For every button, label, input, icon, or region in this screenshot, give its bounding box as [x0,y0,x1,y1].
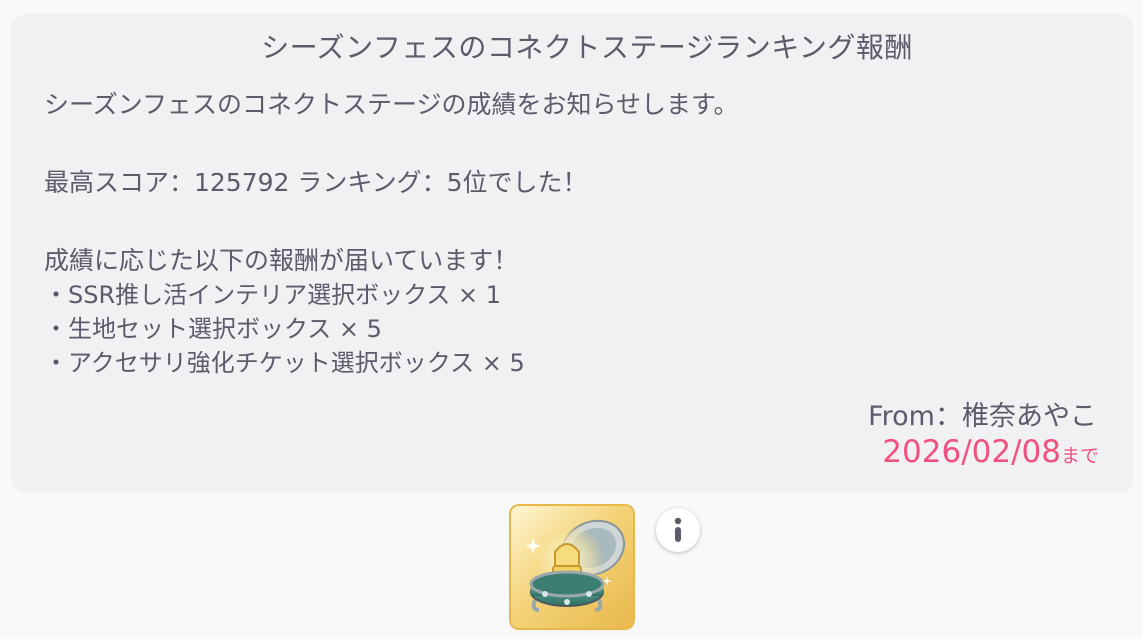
info-button[interactable] [656,508,700,552]
mail-card: シーズンフェスのコネクトステージランキング報酬 シーズンフェスのコネクトステージ… [12,14,1133,492]
info-icon [674,517,682,542]
deadline-suffix: まで [1060,445,1099,467]
mail-reward-intro-line: 成績に応じた以下の報酬が届いています！ [44,246,519,275]
reward-item-tile[interactable] [511,506,633,628]
mail-score-line: 最高スコア：125792 ランキング：5位でした！ [44,168,588,197]
mail-intro-line: シーズンフェスのコネクトステージの成績をお知らせします。 [44,90,739,119]
deadline-date: 2026/02/08 [882,434,1061,470]
mail-title: シーズンフェスのコネクトステージランキング報酬 [261,31,913,64]
reward-list-item: ・SSR推し活インテリア選択ボックス × 1 [44,281,502,309]
reward-list-item: ・生地セット選択ボックス × 5 [44,315,382,343]
mail-body: シーズンフェスのコネクトステージの成績をお知らせします。 最高スコア：12579… [44,88,1104,380]
jewelry-box-icon [525,519,626,612]
reward-list-item: ・アクセサリ強化チケット選択ボックス × 5 [44,349,525,377]
mail-deadline: 2026/02/08まで [882,434,1099,470]
mail-sender: From：椎奈あやこ [868,401,1097,432]
